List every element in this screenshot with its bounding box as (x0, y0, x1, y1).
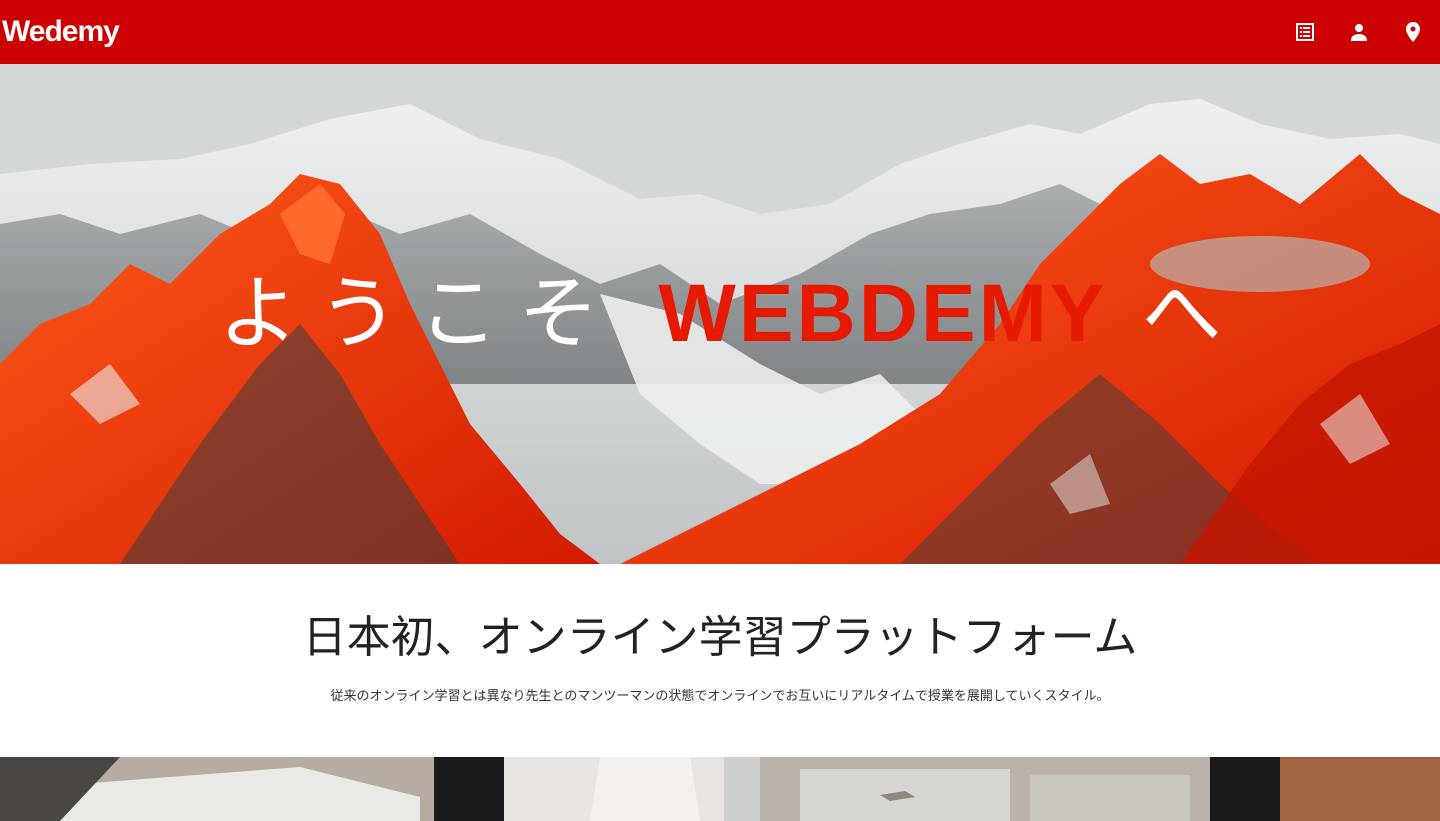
intro-heading: 日本初、オンライン学習プラットフォーム (302, 612, 1138, 663)
intro-section: 日本初、オンライン学習プラットフォーム 従来のオンライン学習とは異なり先生とのマ… (0, 564, 1440, 756)
intro-description: 従来のオンライン学習とは異なり先生とのマンツーマンの状態でオンラインでお互いにリ… (330, 689, 1110, 704)
hero-banner: ようこそ WEBDEMY へ (0, 64, 1440, 564)
location-pin-icon[interactable] (1401, 20, 1425, 44)
top-navbar: Wedemy (0, 0, 1440, 64)
classroom-photo-image (0, 757, 1440, 821)
hero-title-suffix: へ (1141, 267, 1222, 360)
list-icon[interactable] (1293, 20, 1317, 44)
hero-title: ようこそ WEBDEMY へ (0, 259, 1440, 369)
hero-title-prefix: ようこそ (218, 267, 619, 360)
site-logo[interactable]: Wedemy (2, 14, 120, 50)
person-icon[interactable] (1347, 20, 1371, 44)
featured-photo (0, 757, 1440, 821)
hero-title-brand: WEBDEMY (658, 268, 1108, 359)
